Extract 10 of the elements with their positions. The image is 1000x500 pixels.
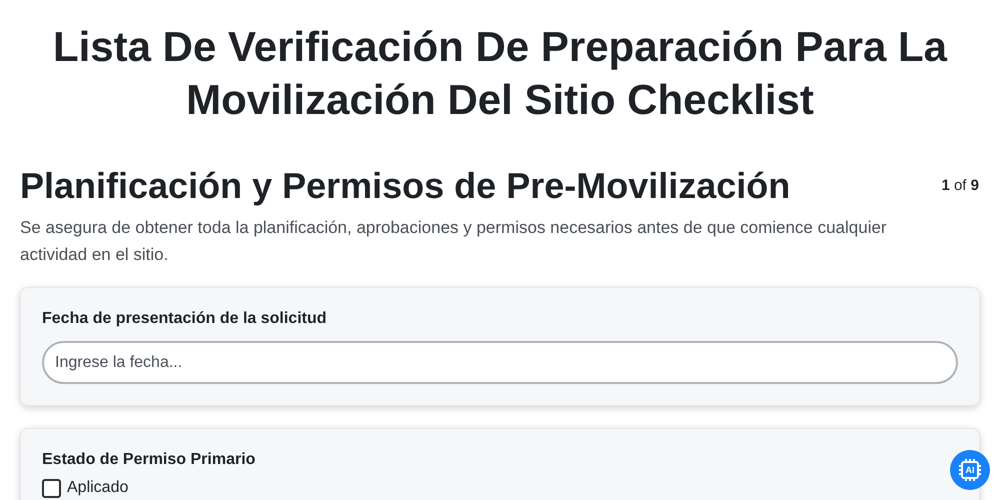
question-label: Estado de Permiso Primario [42,450,256,470]
page-title: Lista De Verificación De Preparación Para La Movilización Del Sitio Checklist [52,22,948,125]
option-label: Aplicado [67,478,128,498]
section-heading: Planificación y Permisos de Pre-Movilización [20,164,790,208]
date-field[interactable]: Ingrese la fecha... [42,341,958,384]
page-counter: 1 of 9 [941,176,980,196]
question-label: Fecha de presentación de la solicitud [42,309,328,329]
checkbox[interactable] [42,478,61,498]
section-description: Se asegura de obtener toda la planificación, aprobaciones y permisos necesarios antes de que comience cualquier actividad en el sitio. [20,217,888,266]
chip-icon [958,458,982,482]
